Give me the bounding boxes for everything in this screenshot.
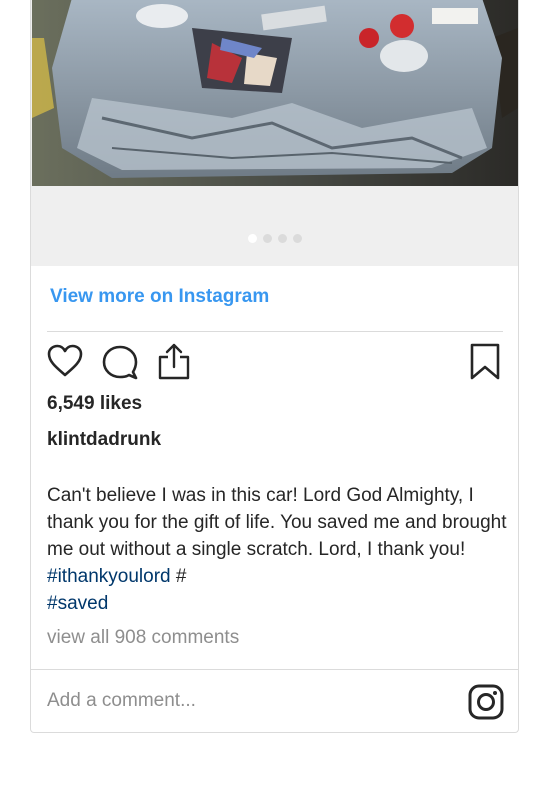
like-count[interactable]: 6,549 likes (47, 393, 142, 415)
view-all-comments-link[interactable]: view all 908 comments (47, 627, 239, 649)
post-media[interactable] (31, 0, 518, 266)
carousel-dot-2 (262, 234, 272, 243)
heart-icon[interactable] (47, 343, 83, 381)
caption-separator: # (170, 566, 187, 587)
share-icon[interactable] (156, 343, 192, 381)
bookmark-icon[interactable] (467, 343, 503, 381)
add-comment-input[interactable] (47, 687, 447, 715)
carousel-dot-3 (277, 234, 287, 243)
comment-bar (31, 669, 518, 732)
hashtag-ithankyoulord[interactable]: #ithankyoulord (47, 566, 171, 587)
post-actions (47, 343, 503, 383)
caption-text: Can't believe I was in this car! Lord Go… (47, 485, 507, 560)
post-username[interactable]: klintdadrunk (47, 429, 161, 451)
post-caption: Can't believe I was in this car! Lord Go… (47, 482, 507, 617)
divider (47, 331, 503, 332)
post-photo[interactable] (32, 0, 518, 186)
instagram-embed-card: View more on Instagram 6,549 likes klint… (30, 0, 519, 733)
comment-icon[interactable] (102, 343, 138, 381)
carousel-dot-4 (292, 234, 302, 243)
carousel-indicator (31, 234, 518, 243)
carousel-dot-1 (247, 234, 257, 243)
instagram-icon[interactable] (468, 684, 504, 720)
hashtag-saved[interactable]: #saved (47, 593, 108, 614)
view-more-on-instagram-link[interactable]: View more on Instagram (50, 286, 269, 308)
